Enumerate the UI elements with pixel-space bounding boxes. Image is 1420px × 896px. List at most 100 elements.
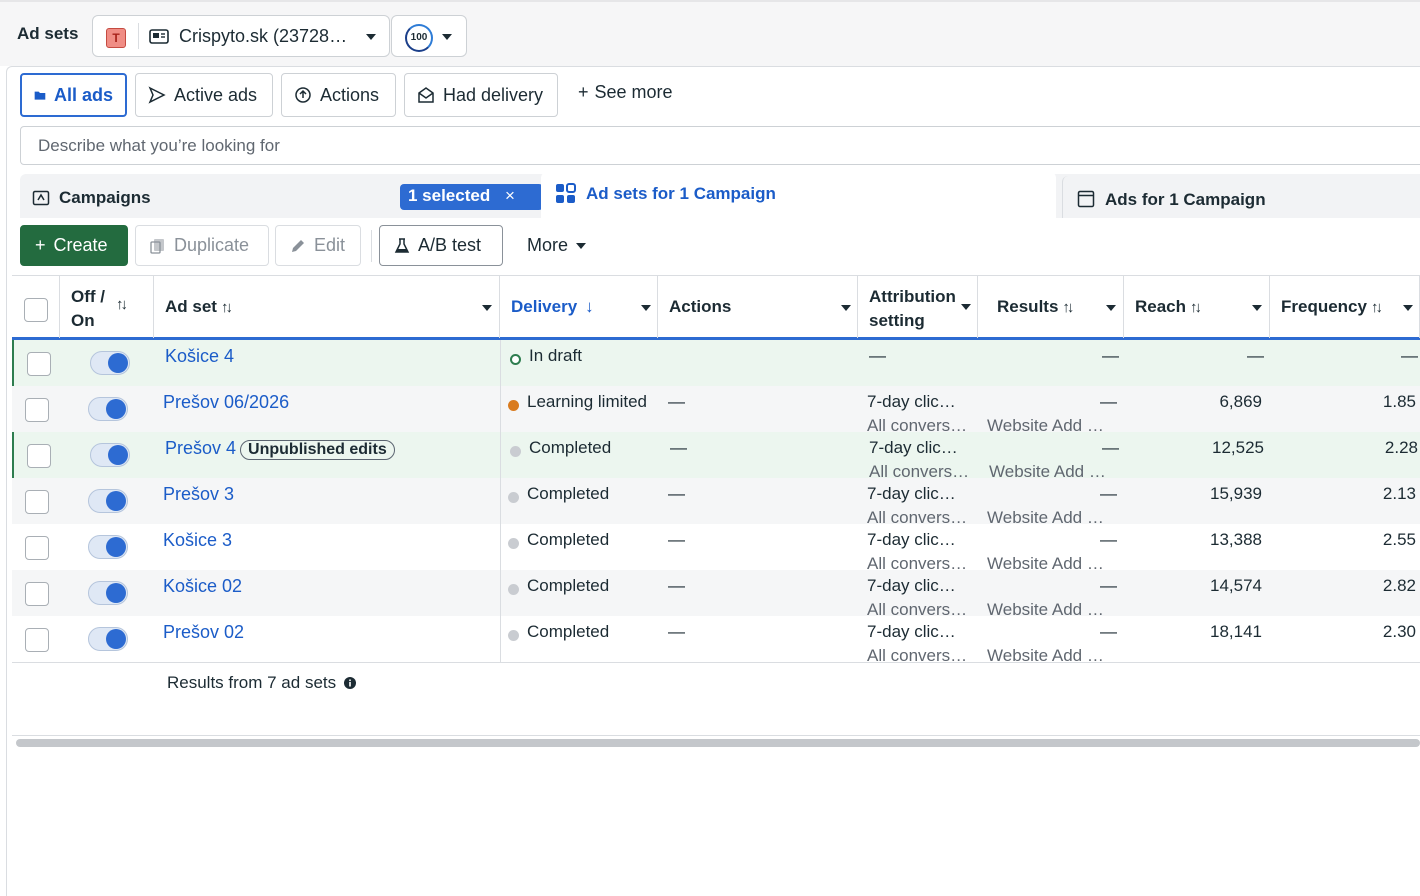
folder-icon xyxy=(34,91,46,100)
table-row[interactable]: Košice 3 Completed —7-day clic… All convers… xyxy=(12,524,1420,573)
chevron-down-icon[interactable] xyxy=(1403,305,1413,311)
duplicate-icon xyxy=(150,238,164,254)
header-attribution-setting[interactable]: Attribution setting xyxy=(858,276,978,338)
sort-icon[interactable]: ↑↓ xyxy=(221,299,233,316)
table-row[interactable]: Prešov 06/2026 Learning limited —7-day cli… xyxy=(12,386,1420,435)
opportunity-score-selector[interactable]: 100 xyxy=(391,15,467,57)
selected-count-badge[interactable]: 1 selected × xyxy=(400,184,543,210)
ad-set-name-link[interactable]: Košice 02 xyxy=(163,576,242,597)
delivery-status-dot-icon xyxy=(508,400,519,411)
header-reach[interactable]: Reach ↑↓ xyxy=(1124,276,1270,338)
toggle-knob xyxy=(106,399,126,419)
filter-actions[interactable]: Actions xyxy=(281,73,396,117)
row-checkbox[interactable] xyxy=(25,398,49,422)
tab-campaigns[interactable]: Campaigns xyxy=(32,188,151,208)
chevron-down-icon xyxy=(442,34,452,40)
delivery-status-dot-icon xyxy=(510,446,521,457)
delivery-status-dot-icon xyxy=(508,630,519,641)
toggle-knob xyxy=(108,353,128,373)
header-actions[interactable]: Actions xyxy=(658,276,858,338)
ad-set-name-link[interactable]: Prešov 4 Unpublished edits xyxy=(165,438,395,460)
row-checkbox[interactable] xyxy=(25,582,49,606)
plus-icon: + xyxy=(578,82,589,102)
unpublished-edits-badge: Unpublished edits xyxy=(240,440,395,460)
chevron-down-icon[interactable] xyxy=(961,304,971,310)
ad-set-name-link[interactable]: Košice 3 xyxy=(163,530,232,551)
row-on-off-toggle[interactable] xyxy=(88,489,128,513)
chevron-down-icon[interactable] xyxy=(482,305,492,311)
header-results[interactable]: Results ↑↓ xyxy=(978,276,1124,338)
table-row[interactable]: Prešov 4 Unpublished edits Completed —7-day… xyxy=(12,432,1420,481)
close-icon[interactable]: × xyxy=(505,186,515,205)
see-more-button[interactable]: + See more xyxy=(578,82,673,103)
row-checkbox[interactable] xyxy=(25,628,49,652)
header-off-on[interactable]: Off / On ↑↓ xyxy=(60,276,154,338)
ab-test-button[interactable]: A/B test xyxy=(379,225,503,266)
row-on-off-toggle[interactable] xyxy=(90,443,130,467)
ad-set-name-link[interactable]: Prešov 06/2026 xyxy=(163,392,289,413)
results-summary: Results from 7 ad sets xyxy=(167,673,337,692)
table-row[interactable]: Prešov 02 Completed —7-day clic… All conver… xyxy=(12,616,1420,665)
row-on-off-toggle[interactable] xyxy=(90,351,130,375)
ad-account-icon xyxy=(149,29,169,44)
filter-had-delivery[interactable]: Had delivery xyxy=(404,73,558,117)
duplicate-button[interactable]: Duplicate xyxy=(135,225,269,266)
table-row[interactable]: Prešov 3 Completed —7-day clic… All convers… xyxy=(12,478,1420,527)
select-all-checkbox[interactable] xyxy=(24,298,48,322)
sort-icon[interactable]: ↑↓ xyxy=(1190,299,1202,316)
edit-button[interactable]: Edit xyxy=(275,225,361,266)
chevron-down-icon[interactable] xyxy=(641,305,651,311)
chevron-down-icon[interactable] xyxy=(841,305,851,311)
chevron-down-icon xyxy=(366,34,376,40)
create-button[interactable]: + Create xyxy=(20,225,128,266)
toolbar-divider xyxy=(371,230,372,262)
sort-descending-icon[interactable]: ↓ xyxy=(585,297,594,316)
ad-set-name-link[interactable]: Prešov 02 xyxy=(163,622,244,643)
header-select-all xyxy=(12,276,60,338)
chevron-down-icon[interactable] xyxy=(1106,305,1116,311)
table-row[interactable]: Košice 02 Completed —7-day clic… All conver… xyxy=(12,570,1420,619)
more-button[interactable]: More xyxy=(513,225,603,266)
table-footer: Results from 7 ad sets xyxy=(12,662,1420,736)
row-checkbox[interactable] xyxy=(25,536,49,560)
chevron-down-icon[interactable] xyxy=(1252,305,1262,311)
toggle-knob xyxy=(106,583,126,603)
account-selector[interactable]: T Crispyto.sk (23728… xyxy=(92,15,390,57)
row-on-off-toggle[interactable] xyxy=(88,581,128,605)
campaign-icon xyxy=(32,190,50,206)
filter-all-ads[interactable]: All ads xyxy=(20,73,127,117)
filter-active-ads[interactable]: Active ads xyxy=(135,73,273,117)
toggle-knob xyxy=(106,491,126,511)
row-on-off-toggle[interactable] xyxy=(88,627,128,651)
ad-set-name-link[interactable]: Košice 4 xyxy=(165,346,234,367)
header-delivery[interactable]: Delivery ↓ xyxy=(500,276,658,338)
tab-ads[interactable]: Ads for 1 Campaign xyxy=(1062,176,1420,218)
header-ad-set[interactable]: Ad set ↑↓ xyxy=(154,276,500,338)
tab-ad-sets[interactable]: Ad sets for 1 Campaign xyxy=(541,172,1056,218)
gauge-icon xyxy=(295,87,311,103)
table-row[interactable]: Košice 4 In draft — — — — xyxy=(12,340,1420,386)
ad-set-name-link[interactable]: Prešov 3 xyxy=(163,484,234,505)
account-badge: T xyxy=(106,28,126,48)
row-checkbox[interactable] xyxy=(27,352,51,376)
row-checkbox[interactable] xyxy=(27,444,51,468)
sort-icon[interactable]: ↑↓ xyxy=(1371,299,1383,316)
delivery-status-dot-icon xyxy=(508,538,519,549)
send-icon xyxy=(148,86,166,104)
sort-icon[interactable]: ↑↓ xyxy=(116,296,128,313)
plus-icon: + xyxy=(35,235,46,255)
sort-icon[interactable]: ↑↓ xyxy=(1062,299,1074,316)
row-on-off-toggle[interactable] xyxy=(88,397,128,421)
envelope-open-icon xyxy=(418,87,434,103)
row-checkbox[interactable] xyxy=(25,490,49,514)
info-icon[interactable] xyxy=(343,677,356,689)
header-frequency[interactable]: Frequency ↑↓ xyxy=(1270,276,1420,338)
ad-icon xyxy=(1077,190,1095,208)
row-on-off-toggle[interactable] xyxy=(88,535,128,559)
toggle-knob xyxy=(106,537,126,557)
top-bar: Ad sets T Crispyto.sk (23728… 100 xyxy=(0,0,1420,66)
horizontal-scrollbar[interactable] xyxy=(16,739,1420,747)
grid-icon xyxy=(556,183,576,203)
chevron-down-icon xyxy=(576,242,587,249)
search-input[interactable]: Describe what you’re looking for xyxy=(20,126,1420,165)
